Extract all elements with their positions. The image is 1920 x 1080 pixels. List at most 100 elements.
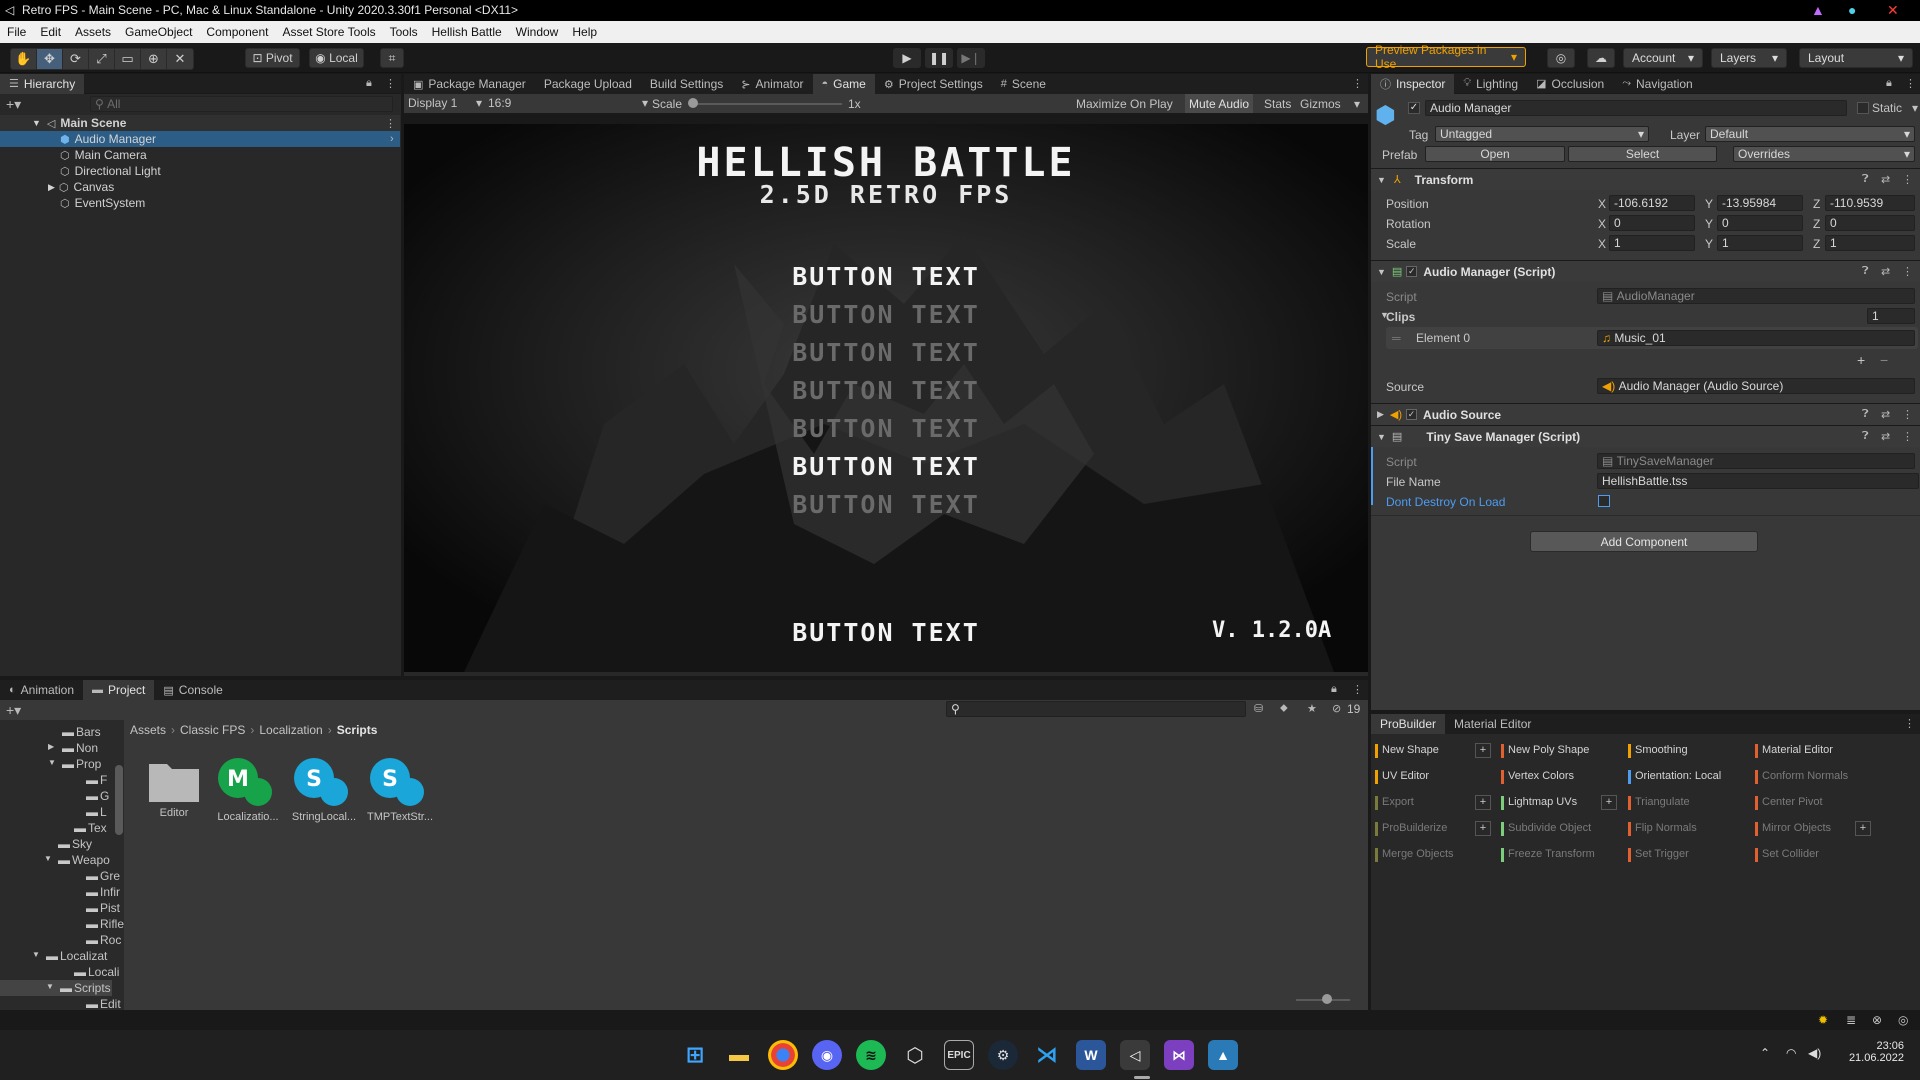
- options-plus-icon[interactable]: +: [1475, 821, 1491, 836]
- volume-icon[interactable]: ◀): [1808, 1046, 1821, 1060]
- pause-button[interactable]: ❚❚: [925, 48, 953, 68]
- menu-hellish-battle[interactable]: Hellish Battle: [425, 21, 509, 39]
- probuilder-button[interactable]: ProBuilderize: [1382, 822, 1447, 834]
- kebab-menu-icon[interactable]: ⋮: [1902, 408, 1913, 421]
- aspect-dropdown[interactable]: 16:9 ▾: [488, 96, 648, 110]
- add-element-icon[interactable]: +: [1857, 352, 1865, 368]
- preview-packages-dropdown[interactable]: Preview Packages in Use ▾: [1366, 43, 1526, 71]
- clock[interactable]: 23:06 21.06.2022: [1836, 1040, 1904, 1064]
- drag-handle-icon[interactable]: ═: [1392, 331, 1401, 345]
- mute-audio-toggle[interactable]: Mute Audio: [1185, 94, 1254, 113]
- rotation-x-field[interactable]: 0: [1609, 215, 1695, 231]
- probuilder-button[interactable]: Lightmap UVs: [1508, 796, 1577, 808]
- help-icon[interactable]: ❓︎: [1862, 173, 1869, 186]
- chevron-down-icon[interactable]: ▾: [1354, 97, 1360, 111]
- project-tree-item[interactable]: ▬ Roc: [0, 932, 121, 948]
- probuilder-button[interactable]: Center Pivot: [1762, 796, 1823, 808]
- audio-manager-header[interactable]: ▼ ▤ ✓ Audio Manager (Script) ❓︎ ⇄ ⋮: [1371, 260, 1920, 282]
- menu-tools[interactable]: Tools: [383, 21, 425, 39]
- rotate-tool-icon[interactable]: ⟳: [63, 49, 89, 69]
- hierarchy-item-main-camera[interactable]: ⬡ Main Camera: [0, 147, 400, 163]
- spotify-icon[interactable]: ≋: [856, 1040, 886, 1070]
- scale-slider[interactable]: [692, 103, 842, 105]
- collab-settings-icon[interactable]: ◎: [1547, 48, 1575, 68]
- vscode-icon[interactable]: ⋊: [1032, 1040, 1062, 1070]
- prefab-open-button[interactable]: Open: [1425, 146, 1565, 162]
- tab-game[interactable]: ◓ Game: [812, 74, 875, 94]
- tab-navigation[interactable]: ⤳ Navigation: [1613, 74, 1702, 94]
- kebab-menu-icon[interactable]: ⋮: [1902, 265, 1913, 278]
- progress-icon[interactable]: ◎: [1898, 1013, 1908, 1027]
- tab-inspector[interactable]: ⓘ Inspector: [1371, 73, 1455, 94]
- discord-icon[interactable]: ◉: [812, 1040, 842, 1070]
- lock-icon[interactable]: 🔒︎: [1886, 77, 1892, 90]
- stack-icon[interactable]: ≣: [1846, 1013, 1856, 1027]
- help-icon[interactable]: ❓︎: [1862, 430, 1869, 443]
- element-0-field[interactable]: ♫ Music_01: [1597, 330, 1915, 346]
- expand-arrow-icon[interactable]: ▼: [48, 758, 56, 767]
- tab-probuilder[interactable]: ProBuilder: [1371, 714, 1446, 734]
- chevron-up-icon[interactable]: ⌃: [1760, 1046, 1770, 1060]
- lock-icon[interactable]: 🔒︎: [366, 77, 372, 90]
- options-plus-icon[interactable]: +: [1855, 821, 1871, 836]
- scale-tool-icon[interactable]: ⤢: [89, 49, 115, 69]
- probuilder-button[interactable]: Conform Normals: [1762, 770, 1848, 782]
- local-button[interactable]: ◉ Local: [309, 48, 364, 68]
- icon-size-slider-handle[interactable]: [1322, 994, 1332, 1004]
- project-tree-item[interactable]: ▼ ▬ Weapo: [0, 852, 112, 868]
- clips-count-field[interactable]: 1: [1867, 308, 1915, 324]
- options-plus-icon[interactable]: +: [1601, 795, 1617, 810]
- layout-dropdown[interactable]: Layout ▾: [1799, 48, 1913, 68]
- menu-help[interactable]: Help: [565, 21, 604, 39]
- audio-source-header[interactable]: ▶ ◀) ✓ Audio Source ❓︎ ⇄ ⋮: [1371, 403, 1920, 425]
- add-icon[interactable]: +▾: [6, 702, 21, 719]
- pivot-button[interactable]: ⊡ Pivot: [245, 48, 300, 68]
- probuilder-button[interactable]: Material Editor: [1762, 744, 1833, 756]
- layer-dropdown[interactable]: Default ▾: [1705, 126, 1915, 142]
- breadcrumb-classic-fps[interactable]: Classic FPS: [180, 723, 245, 737]
- hierarchy-search-input[interactable]: ⚲ All: [90, 96, 393, 112]
- asset-localization-script[interactable]: M Localizatio...: [214, 756, 282, 823]
- transform-tool-icon[interactable]: ⊕: [141, 49, 167, 69]
- project-tree-item[interactable]: ▬ G: [0, 788, 112, 804]
- status-dot-icon[interactable]: ●: [1848, 2, 1856, 18]
- step-button[interactable]: ▶❘: [957, 48, 985, 68]
- add-icon[interactable]: +▾: [6, 96, 21, 113]
- scale-slider-handle[interactable]: [688, 98, 698, 108]
- prefab-select-button[interactable]: Select: [1568, 146, 1717, 162]
- hierarchy-item-audio-manager[interactable]: ⬢ Audio Manager ›: [0, 131, 400, 147]
- grid-snap-icon[interactable]: ⌗: [380, 48, 404, 68]
- file-explorer-icon[interactable]: ▬: [724, 1040, 754, 1070]
- project-tree-item[interactable]: ▬ F: [0, 772, 112, 788]
- tab-build-settings[interactable]: Build Settings: [641, 74, 732, 94]
- kebab-menu-icon[interactable]: ⋮: [1352, 683, 1363, 696]
- menu-button-1[interactable]: BUTTON TEXT: [404, 262, 1368, 291]
- kebab-menu-icon[interactable]: ⋮: [385, 77, 396, 90]
- remove-element-icon[interactable]: −: [1880, 352, 1888, 368]
- tiny-save-manager-header[interactable]: ▼ ▤ Tiny Save Manager (Script) ❓︎ ⇄ ⋮: [1371, 425, 1920, 447]
- stats-toggle[interactable]: Stats: [1264, 97, 1291, 111]
- probuilder-button[interactable]: Mirror Objects: [1762, 822, 1831, 834]
- epic-games-icon[interactable]: EPIC: [944, 1040, 974, 1070]
- photos-icon[interactable]: ▲: [1208, 1040, 1238, 1070]
- probuilder-button[interactable]: Merge Objects: [1382, 848, 1454, 860]
- probuilder-button[interactable]: Flip Normals: [1635, 822, 1697, 834]
- menu-file[interactable]: File: [0, 21, 33, 39]
- project-tree-item[interactable]: ▬ Bars: [0, 724, 112, 740]
- help-icon[interactable]: ❓︎: [1862, 408, 1869, 421]
- project-tree-item[interactable]: ▼ ▬ Scripts: [0, 980, 112, 996]
- tab-occlusion[interactable]: ◪ Occlusion: [1527, 74, 1613, 94]
- hierarchy-item-canvas[interactable]: ▶ ⬡ Canvas: [0, 179, 400, 195]
- menu-button-6[interactable]: BUTTON TEXT: [404, 452, 1368, 481]
- probuilder-button[interactable]: Export: [1382, 796, 1414, 808]
- preset-icon[interactable]: ⇄: [1881, 265, 1890, 278]
- kebab-menu-icon[interactable]: ⋮: [1352, 77, 1363, 90]
- menu-assets[interactable]: Assets: [68, 21, 118, 39]
- expand-arrow-icon[interactable]: ▼: [32, 950, 40, 959]
- custom-tool-icon[interactable]: ✕: [167, 49, 193, 69]
- expand-arrow-icon[interactable]: ▼: [44, 854, 52, 863]
- asset-stringlocal-script[interactable]: S StringLocal...: [290, 756, 358, 823]
- kebab-menu-icon[interactable]: ⋮: [1904, 717, 1915, 730]
- menu-button-4[interactable]: BUTTON TEXT: [404, 376, 1368, 405]
- steam-icon[interactable]: ⚙: [988, 1040, 1018, 1070]
